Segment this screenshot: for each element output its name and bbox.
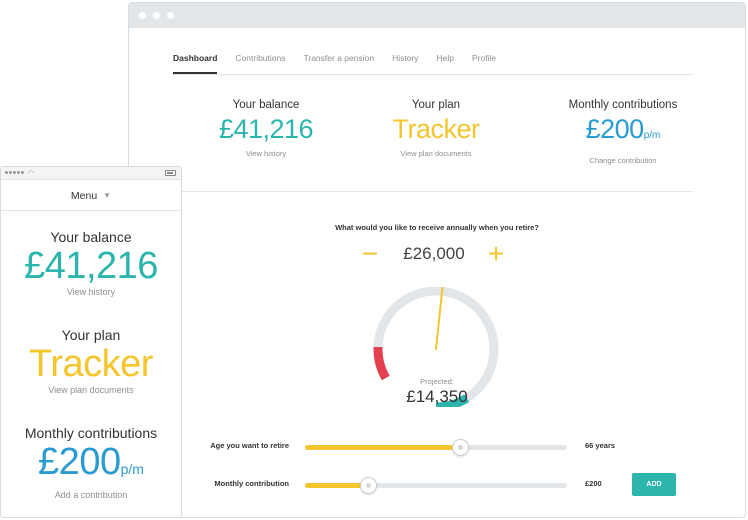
- gauge-needle: [435, 287, 444, 350]
- summary-stats: Your balance £41,216 View history Your p…: [129, 99, 745, 169]
- plan-card: Your plan Tracker View plan documents: [341, 99, 531, 158]
- nav-profile[interactable]: Profile: [472, 53, 496, 74]
- view-history-link[interactable]: View history: [171, 149, 361, 158]
- nav-help[interactable]: Help: [437, 53, 454, 74]
- mobile-contributions-value: £200p/m: [1, 441, 181, 490]
- retire-age-slider-row: Age you want to retire 66 years: [129, 437, 745, 457]
- mobile-phone-frame: ◠ Menu ▼ Your balance £41,216 View histor…: [0, 166, 182, 518]
- gauge-low-segment: [373, 346, 390, 381]
- contribution-slider-label: Monthly contribution: [214, 479, 289, 488]
- mobile-add-contribution-link[interactable]: Add a contribution: [1, 490, 181, 500]
- mobile-contributions-card: Monthly contributions £200p/m Add a cont…: [1, 425, 181, 500]
- phone-status-bar: ◠: [1, 167, 181, 180]
- nav-contributions[interactable]: Contributions: [235, 53, 285, 74]
- window-close-dot[interactable]: [139, 12, 146, 19]
- browser-title-bar: [129, 3, 745, 28]
- mobile-plan-title: Your plan: [61, 327, 121, 343]
- nav-dashboard[interactable]: Dashboard: [173, 53, 218, 74]
- mobile-contributions-title: Monthly contributions: [24, 425, 158, 441]
- mobile-view-history-link[interactable]: View history: [1, 287, 181, 297]
- contributions-value: £200p/m: [528, 113, 718, 152]
- contributions-card: Monthly contributions £200p/m Change con…: [528, 99, 718, 165]
- plan-title: Your plan: [411, 99, 461, 111]
- wifi-icon: ◠: [28, 170, 35, 177]
- view-plan-documents-link[interactable]: View plan documents: [341, 149, 531, 158]
- retire-age-slider[interactable]: [305, 439, 567, 456]
- contribution-slider-value: £200: [585, 479, 602, 488]
- contribution-slider-row: Monthly contribution £200 ADD: [129, 473, 745, 496]
- target-income-stepper: − £26,000 +: [129, 238, 745, 269]
- mobile-balance-card: Your balance £41,216 View history: [1, 229, 181, 297]
- mobile-plan-card: Your plan Tracker View plan documents: [1, 327, 181, 395]
- contribution-slider-thumb[interactable]: [359, 477, 377, 494]
- signal-icon: [5, 171, 24, 174]
- increase-target-button[interactable]: +: [483, 238, 509, 269]
- section-divider: [173, 191, 693, 192]
- contribution-slider-fill: [305, 483, 368, 488]
- mobile-balance-title: Your balance: [50, 229, 132, 245]
- retire-age-value: 66 years: [585, 441, 616, 450]
- mobile-view-plan-documents-link[interactable]: View plan documents: [1, 385, 181, 395]
- chevron-down-icon: ▼: [103, 191, 112, 200]
- add-contribution-button[interactable]: ADD: [632, 473, 676, 496]
- projected-value: £14,350: [406, 387, 468, 406]
- target-income-value: £26,000: [403, 244, 465, 263]
- contributions-amount: £200: [585, 114, 645, 144]
- desktop-browser-window: Dashboard Contributions Transfer a pensi…: [128, 2, 746, 518]
- window-maximize-dot[interactable]: [167, 12, 174, 19]
- retire-age-label: Age you want to retire: [210, 441, 289, 450]
- main-nav: Dashboard Contributions Transfer a pensi…: [173, 53, 693, 75]
- projected-label: Projected:: [420, 377, 454, 386]
- nav-transfer-pension[interactable]: Transfer a pension: [304, 53, 375, 74]
- mobile-balance-value: £41,216: [24, 245, 158, 287]
- minus-icon: −: [361, 238, 379, 269]
- balance-card: Your balance £41,216 View history: [171, 99, 361, 158]
- nav-history[interactable]: History: [392, 53, 418, 74]
- window-minimize-dot[interactable]: [153, 12, 160, 19]
- retire-age-slider-thumb[interactable]: [451, 439, 469, 456]
- retire-question: What would you like to receive annually …: [335, 223, 539, 232]
- balance-title: Your balance: [232, 99, 300, 111]
- mobile-contributions-amount: £200: [38, 441, 121, 483]
- contributions-unit: p/m: [643, 130, 661, 141]
- change-contribution-link[interactable]: Change contribution: [528, 156, 718, 165]
- battery-icon: [165, 170, 176, 176]
- contributions-title: Monthly contributions: [568, 99, 678, 111]
- plus-icon: +: [487, 238, 505, 269]
- contribution-slider[interactable]: [305, 477, 567, 494]
- retire-age-slider-fill: [305, 445, 460, 450]
- plan-value: Tracker: [392, 114, 480, 144]
- mobile-contributions-unit: p/m: [120, 461, 144, 477]
- decrease-target-button[interactable]: −: [357, 238, 383, 269]
- mobile-menu-label: Menu: [70, 190, 98, 202]
- mobile-plan-value: Tracker: [29, 343, 153, 385]
- balance-value: £41,216: [218, 114, 314, 144]
- mobile-menu-toggle[interactable]: Menu ▼: [1, 180, 181, 211]
